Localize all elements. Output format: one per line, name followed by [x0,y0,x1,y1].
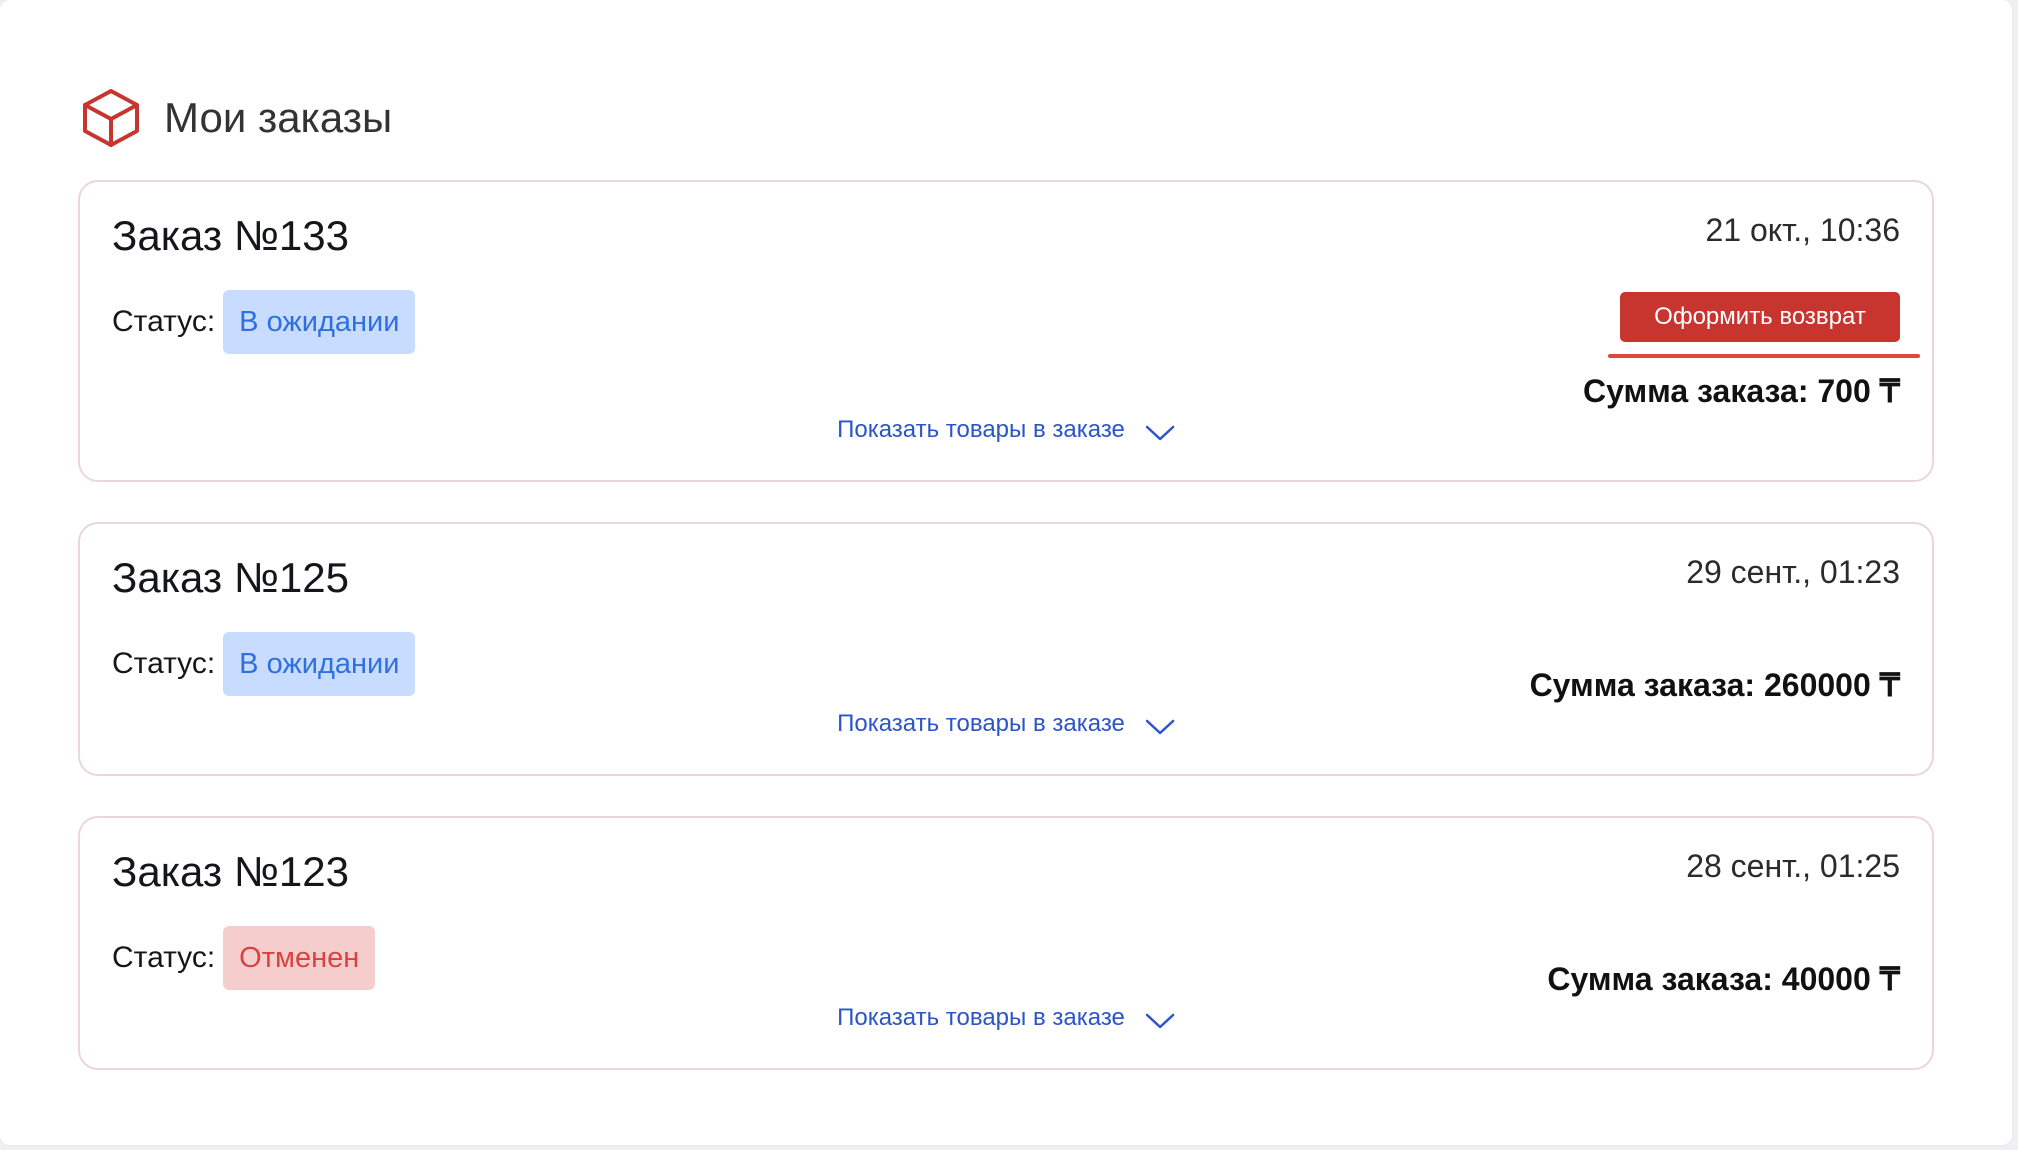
order-title: Заказ №123 [112,848,349,895]
return-button[interactable]: Оформить возврат [1620,292,1900,342]
show-items-toggle[interactable]: Показать товары в заказе [837,416,1175,444]
show-items-toggle[interactable]: Показать товары в заказе [837,710,1175,738]
status-badge: Отменен [223,926,376,990]
order-date: 21 окт., 10:36 [1705,212,1901,248]
order-date: 29 сент., 01:23 [1686,554,1900,590]
chevron-down-icon [1145,1009,1175,1029]
status-row: Статус: В ожидании [112,632,416,696]
show-items-label: Показать товары в заказе [837,710,1125,737]
status-label: Статус: [112,941,216,974]
status-row: Статус: Отменен [112,926,376,990]
orders-list: Заказ №133 21 окт., 10:36 Статус: В ожид… [78,180,1934,1110]
return-button-wrap: Оформить возврат [1608,292,1920,358]
show-items-label: Показать товары в заказе [837,416,1125,443]
order-card: Заказ №125 29 сент., 01:23 Статус: В ожи… [78,522,1934,776]
status-label: Статус: [112,647,216,680]
order-date: 28 сент., 01:25 [1686,848,1900,884]
return-underline [1608,354,1920,358]
order-card: Заказ №133 21 окт., 10:36 Статус: В ожид… [78,180,1934,482]
box-icon [80,87,142,149]
status-badge: В ожидании [223,632,416,696]
order-sum: Сумма заказа: 40000 ₸ [1547,961,1900,997]
page-title: Мои заказы [164,94,393,141]
order-card: Заказ №123 28 сент., 01:25 Статус: Отмен… [78,816,1934,1070]
status-row: Статус: В ожидании [112,290,416,354]
orders-panel: Мои заказы Заказ №133 21 окт., 10:36 Ста… [0,0,2012,1145]
show-items-toggle[interactable]: Показать товары в заказе [837,1004,1175,1032]
chevron-down-icon [1145,421,1175,441]
chevron-down-icon [1145,715,1175,735]
page-header: Мои заказы [80,86,392,150]
show-items-label: Показать товары в заказе [837,1004,1125,1031]
status-label: Статус: [112,305,216,338]
order-title: Заказ №125 [112,554,349,601]
order-title: Заказ №133 [112,212,349,259]
order-sum: Сумма заказа: 700 ₸ [1582,373,1900,409]
status-badge: В ожидании [223,290,416,354]
order-sum: Сумма заказа: 260000 ₸ [1529,667,1900,703]
